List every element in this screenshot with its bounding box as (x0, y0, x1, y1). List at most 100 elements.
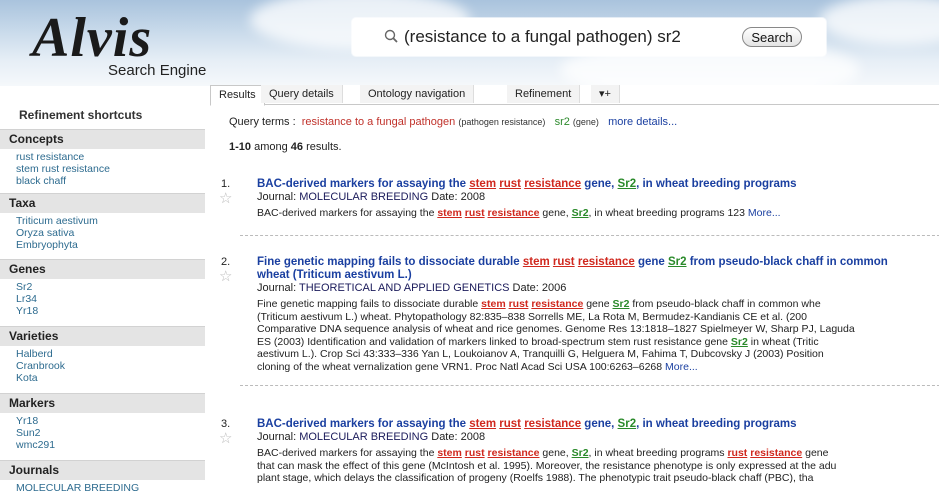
search-box: Search (352, 18, 826, 56)
logo-mark: Alvis (32, 7, 153, 69)
highlight-term: stem (469, 418, 497, 430)
query-term-category: (pathogen resistance) (458, 117, 546, 127)
query-term-concept[interactable]: resistance to a fungal pathogen (302, 116, 456, 128)
sidebar-section-journals: Journals MOLECULAR BREEDING (0, 460, 205, 494)
sidebar-item-kota[interactable]: Kota (0, 372, 205, 384)
sidebar-item-wmc291[interactable]: wmc291 (0, 439, 205, 451)
sidebar-section-genes: Genes Sr2 Lr34 Yr18 (0, 259, 205, 317)
snippet-text: from pseudo-black chaff in common whe (629, 298, 821, 310)
sidebar-item-sun2[interactable]: Sun2 (0, 427, 205, 439)
more-link[interactable]: More... (665, 361, 698, 373)
sidebar-item-yr18-marker[interactable]: Yr18 (0, 415, 205, 427)
highlight-gene: Sr2 (617, 418, 637, 430)
sidebar-section-varieties: Varieties Halberd Cranbrook Kota (0, 326, 205, 384)
star-icon[interactable]: ☆ (219, 431, 232, 446)
highlight-gene: Sr2 (571, 447, 589, 459)
snippet-text: BAC-derived markers for assaying the (257, 447, 438, 459)
result-title-link[interactable]: Fine genetic mapping fails to dissociate… (257, 256, 939, 282)
sidebar-section-heading: Journals (0, 460, 205, 480)
highlight-gene: Sr2 (612, 298, 630, 310)
search-button[interactable]: Search (742, 27, 802, 47)
sidebar-title: Refinement shortcuts (19, 108, 143, 122)
snippet-text: BAC-derived markers for assaying the (257, 207, 438, 219)
header: Alvis Search Engine Search (0, 0, 939, 86)
title-text: wheat (Triticum aestivum L.) (257, 269, 412, 281)
highlight-term: rust (464, 447, 485, 459)
sidebar-item-yr18[interactable]: Yr18 (0, 305, 205, 317)
sidebar-item-lr34[interactable]: Lr34 (0, 293, 205, 305)
date-label: Date: (512, 282, 539, 294)
refinement-sidebar: Refinement shortcuts Concepts rust resis… (0, 100, 207, 494)
snippet-text: gene, (539, 207, 572, 219)
title-text: gene (634, 256, 668, 268)
tab-query-details[interactable]: Query details (261, 85, 343, 103)
highlight-term: resistance (487, 447, 540, 459)
title-text: gene, (581, 178, 618, 190)
cloud-decoration (820, 0, 939, 45)
highlight-gene: Sr2 (571, 207, 589, 219)
star-icon[interactable]: ☆ (219, 191, 232, 206)
sidebar-item-stem-rust-resistance[interactable]: stem rust resistance (0, 163, 205, 175)
snippet-text: that can mask the effect of this gene (M… (257, 459, 837, 472)
star-icon[interactable]: ☆ (219, 269, 232, 284)
sidebar-item-triticum-aestivum[interactable]: Triticum aestivum (0, 215, 205, 227)
title-text: , in wheat breeding programs (636, 418, 797, 430)
highlight-term: rust (464, 207, 485, 219)
query-terms-label: Query terms : (229, 116, 296, 128)
result-count: 1-10 among 46 results. (229, 141, 342, 153)
highlight-term: resistance (487, 207, 540, 219)
highlight-term: stem (481, 298, 506, 310)
more-details-link[interactable]: more details... (608, 116, 677, 128)
search-input[interactable] (404, 26, 734, 48)
query-term-gene[interactable]: sr2 (555, 116, 570, 128)
results-panel: Query terms : resistance to a fungal pat… (210, 105, 939, 493)
journal-name: THEORETICAL AND APPLIED GENETICS (299, 282, 510, 294)
tab-results[interactable]: Results (210, 85, 265, 106)
result-number: 2. (221, 256, 231, 268)
date-value: 2008 (460, 431, 486, 443)
highlight-term: resistance (750, 447, 803, 459)
result-title-link[interactable]: BAC-derived markers for assaying the ste… (257, 418, 939, 431)
result-snippet: BAC-derived markers for assaying the ste… (257, 447, 939, 485)
result-separator (240, 385, 939, 386)
sidebar-section-heading: Varieties (0, 326, 205, 346)
sidebar-item-embryophyta[interactable]: Embryophyta (0, 239, 205, 251)
sidebar-item-halberd[interactable]: Halberd (0, 348, 205, 360)
sidebar-item-oryza-sativa[interactable]: Oryza sativa (0, 227, 205, 239)
title-text: Fine genetic mapping fails to dissociate… (257, 256, 523, 268)
highlight-term: rust (552, 256, 575, 268)
title-text: , in wheat breeding programs (636, 178, 797, 190)
date-label: Date: (431, 191, 458, 203)
date-value: 2006 (541, 282, 567, 294)
sidebar-section-taxa: Taxa Triticum aestivum Oryza sativa Embr… (0, 193, 205, 251)
snippet-text: in wheat (Tritic (747, 335, 819, 348)
tab-refinement[interactable]: Refinement (507, 85, 581, 103)
title-text: gene, (581, 418, 618, 430)
result-journal: Journal: MOLECULAR BREEDING Date: 2008 (257, 431, 485, 443)
highlight-term: resistance (524, 178, 582, 190)
highlight-term: resistance (577, 256, 635, 268)
highlight-term: resistance (524, 418, 582, 430)
sidebar-item-cranbrook[interactable]: Cranbrook (0, 360, 205, 372)
sidebar-item-rust-resistance[interactable]: rust resistance (0, 151, 205, 163)
highlight-term: resistance (531, 298, 584, 310)
tab-add-menu[interactable]: ▾+ (591, 85, 620, 103)
result-number: 3. (221, 418, 231, 430)
result-title-link[interactable]: BAC-derived markers for assaying the ste… (257, 178, 939, 191)
result-separator (240, 235, 939, 236)
sidebar-item-molecular-breeding[interactable]: MOLECULAR BREEDING (0, 482, 205, 494)
sidebar-section-heading: Markers (0, 393, 205, 413)
sidebar-item-black-chaff[interactable]: black chaff (0, 175, 205, 187)
result-number: 1. (221, 178, 231, 190)
journal-label: Journal: (257, 282, 297, 294)
query-term-category: (gene) (572, 117, 599, 127)
tab-ontology-navigation[interactable]: Ontology navigation (360, 85, 475, 103)
snippet-text: gene (583, 298, 613, 310)
snippet-text: , in wheat breeding programs (588, 447, 728, 459)
highlight-term: stem (437, 447, 462, 459)
result-snippet: BAC-derived markers for assaying the ste… (257, 207, 939, 220)
sidebar-item-sr2[interactable]: Sr2 (0, 281, 205, 293)
more-link[interactable]: More... (748, 207, 781, 219)
highlight-term: rust (499, 418, 521, 430)
logo[interactable]: Alvis Search Engine (20, 7, 220, 82)
